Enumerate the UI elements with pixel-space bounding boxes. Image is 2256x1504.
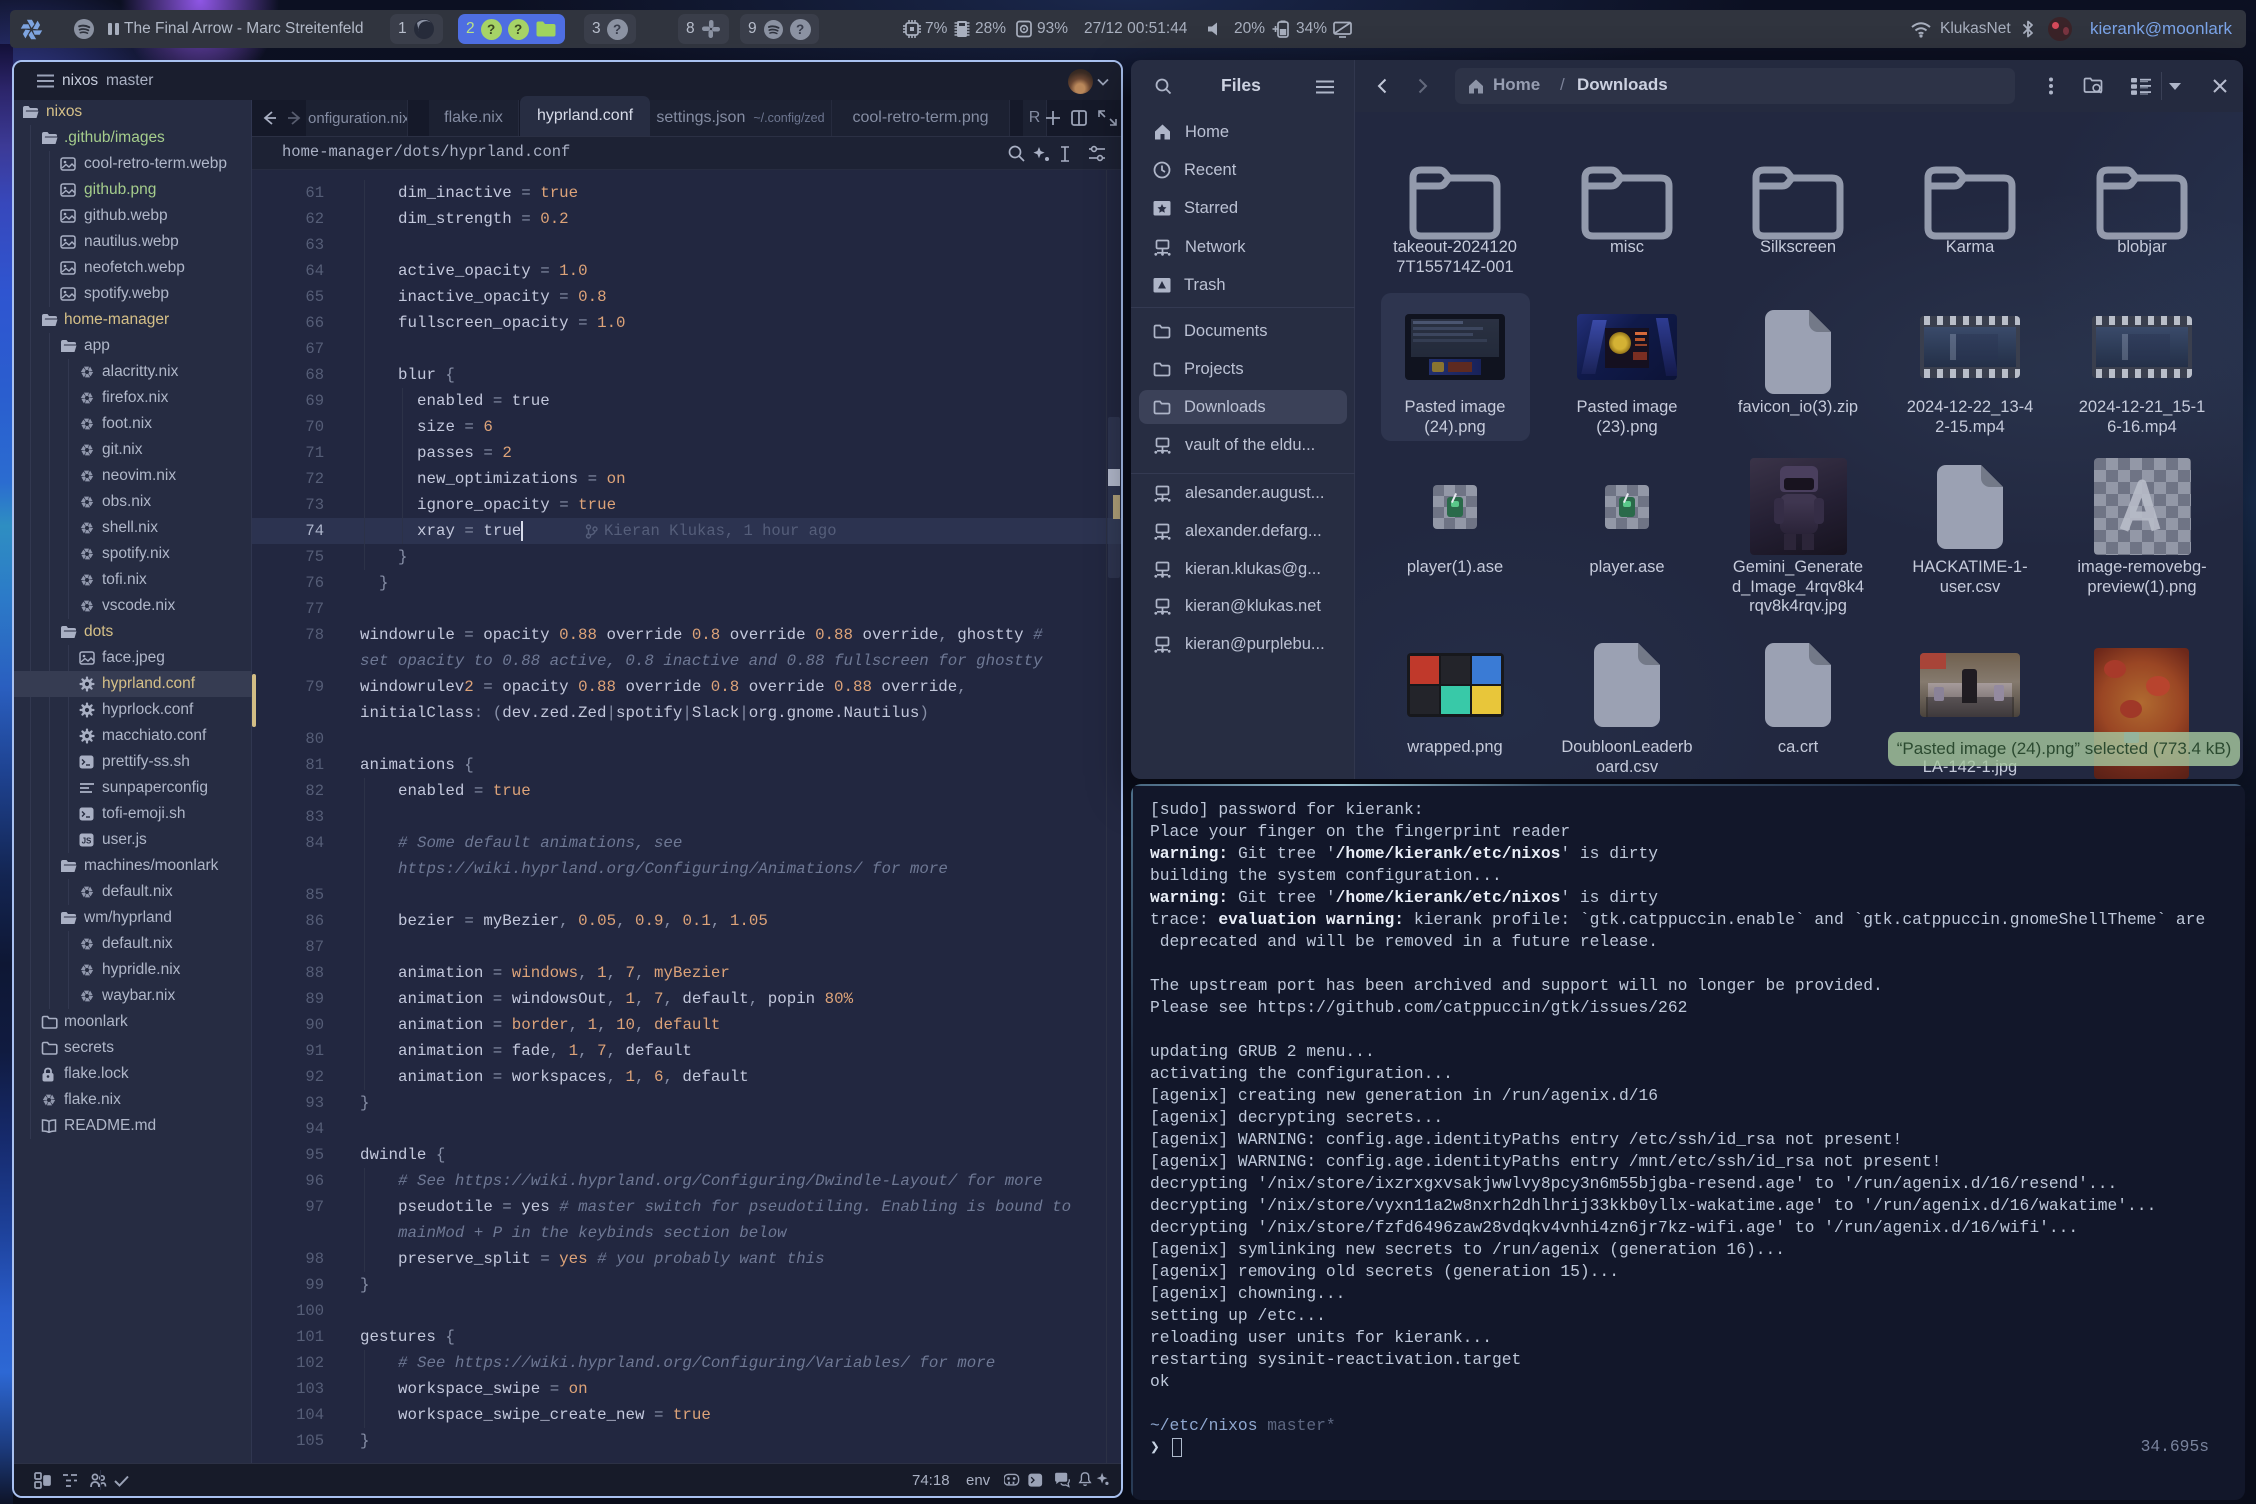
svg-text:JS: JS	[82, 837, 92, 846]
